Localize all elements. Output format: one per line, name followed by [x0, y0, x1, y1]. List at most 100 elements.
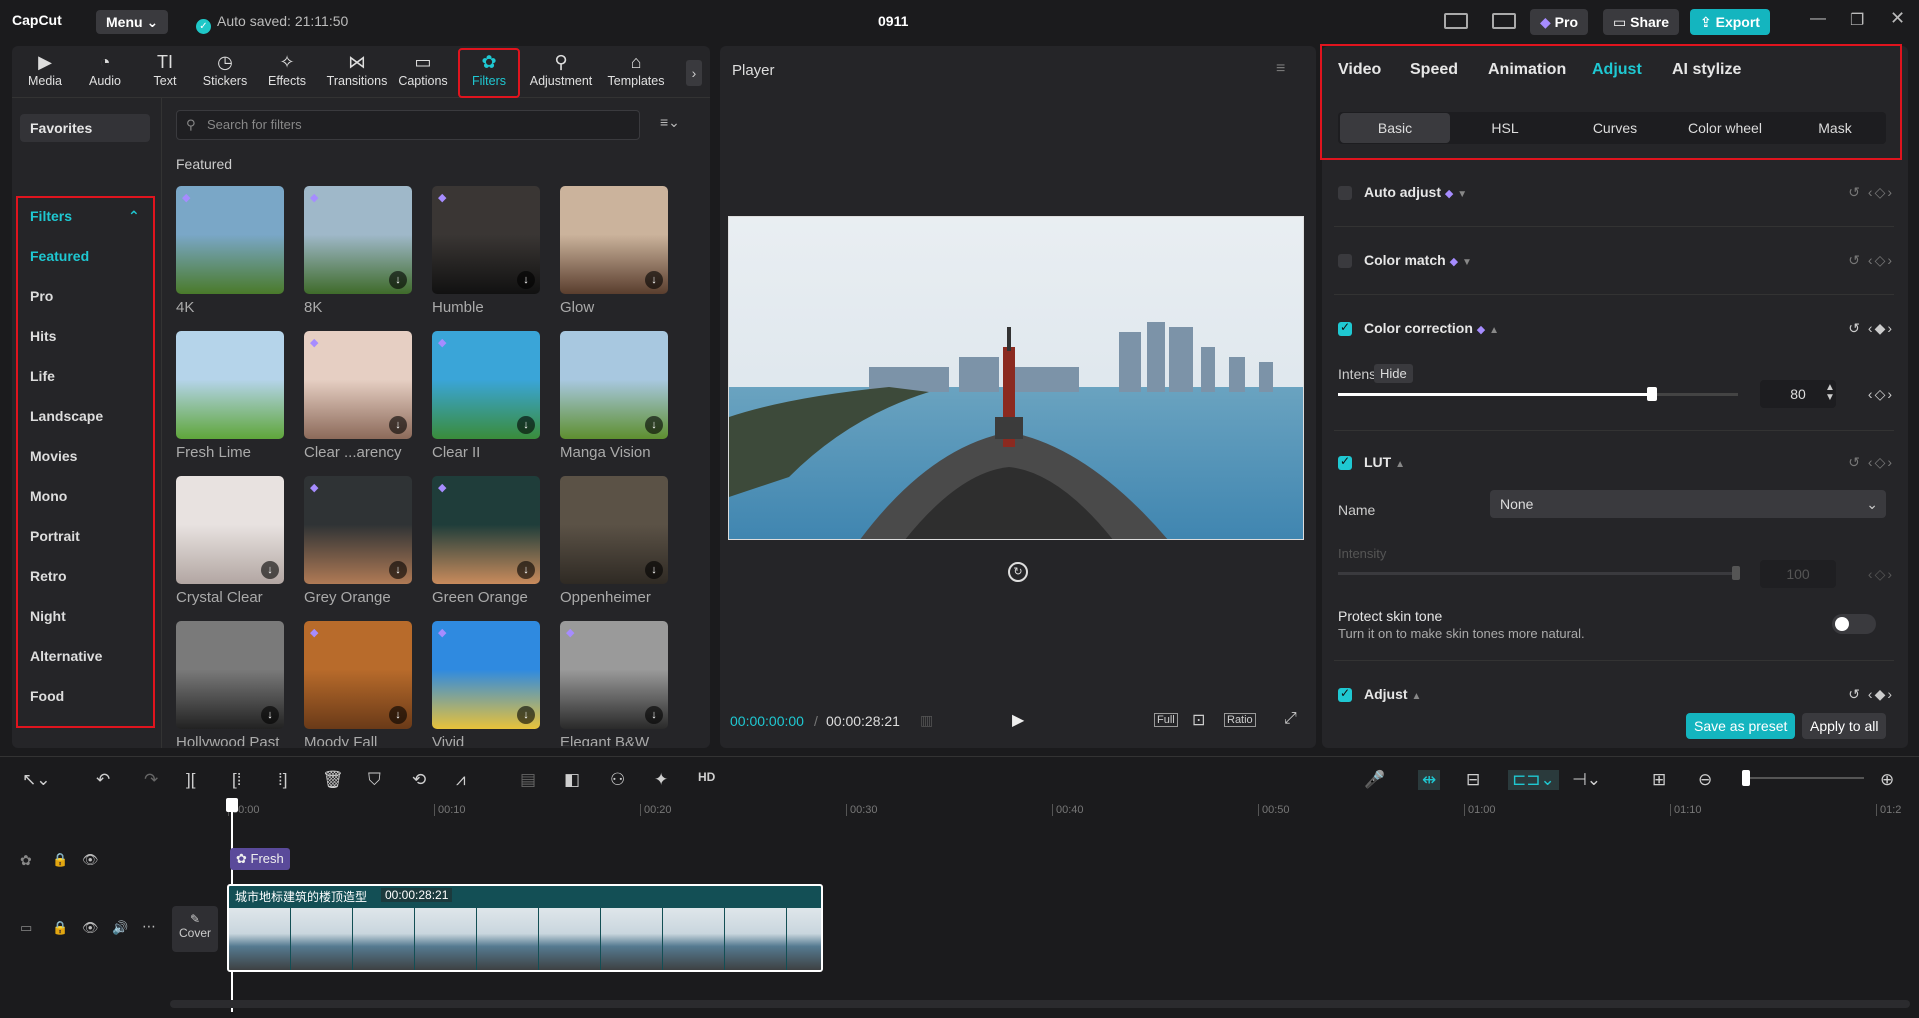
category-food[interactable]: Food	[30, 688, 64, 704]
subtab-curves[interactable]: Curves	[1560, 113, 1670, 143]
keyboard-icon[interactable]	[1492, 13, 1516, 29]
lut-controls[interactable]: ↺ ‹◇›	[1848, 454, 1894, 471]
download-icon[interactable]: ↓	[645, 561, 663, 579]
tab-media[interactable]: ▶ Media	[16, 50, 74, 96]
filter-item[interactable]: ◆ ↓ Elegant B&W	[560, 621, 668, 746]
filter-thumbnail[interactable]: ↓	[560, 476, 668, 584]
delete-icon[interactable]: 🗑	[322, 770, 344, 790]
category-alternative[interactable]: Alternative	[30, 648, 102, 664]
search-input[interactable]: ⚲ Search for filters	[176, 110, 640, 140]
tab-ai-stylize[interactable]: AI stylize	[1672, 61, 1741, 79]
download-icon[interactable]: ↓	[389, 561, 407, 579]
adjust-controls[interactable]: ↺ ‹◆›	[1848, 686, 1894, 703]
filter-thumbnail[interactable]: ◆ ↓	[304, 186, 412, 294]
auto-adjust-controls[interactable]: ↺ ‹◇›	[1848, 184, 1894, 201]
tab-templates[interactable]: ⌂ Templates	[602, 50, 670, 96]
filter-item[interactable]: ↓ Glow	[560, 186, 668, 316]
category-pro[interactable]: Pro	[30, 288, 53, 304]
download-icon[interactable]: ↓	[261, 561, 279, 579]
cutout-icon[interactable]: ⚇	[610, 770, 625, 790]
color-correction-controls[interactable]: ↺ ‹◆›	[1848, 320, 1894, 337]
category-landscape[interactable]: Landscape	[30, 408, 103, 424]
category-night[interactable]: Night	[30, 608, 66, 624]
tab-captions[interactable]: ▭ Captions	[394, 50, 452, 96]
fullscreen-icon[interactable]: ⤢	[1284, 710, 1297, 728]
download-icon[interactable]: ↓	[645, 416, 663, 434]
volume-icon[interactable]: 🔊	[112, 920, 128, 936]
color-match-controls[interactable]: ↺ ‹◇›	[1848, 252, 1894, 269]
filter-thumbnail[interactable]: ↓	[560, 186, 668, 294]
select-tool-icon[interactable]: ↖⌄	[22, 770, 51, 790]
download-icon[interactable]: ↓	[645, 271, 663, 289]
download-icon[interactable]: ↓	[389, 706, 407, 724]
microphone-icon[interactable]: 🎤	[1364, 770, 1385, 790]
layout-icon[interactable]	[1444, 13, 1468, 29]
download-icon[interactable]: ↓	[517, 706, 535, 724]
filter-thumbnail[interactable]: ↓	[176, 621, 284, 729]
lut-name-select[interactable]: None ⌄	[1490, 490, 1886, 518]
stepper-icon[interactable]: ▲ ▼	[1825, 383, 1835, 403]
filter-thumbnail[interactable]: ◆ ↓	[304, 476, 412, 584]
filter-item[interactable]: ◆ ↓ Clear II	[432, 331, 540, 461]
full-button[interactable]: Full	[1154, 713, 1178, 727]
filter-thumbnail[interactable]: ◆ ↓	[560, 621, 668, 729]
filter-item[interactable]: ◆ ↓ Clear ...arency	[304, 331, 412, 461]
download-icon[interactable]: ↓	[389, 271, 407, 289]
lock-icon[interactable]: 🔒	[52, 920, 68, 936]
filter-item[interactable]: ↓ Hollywood Past	[176, 621, 284, 746]
tab-speed[interactable]: Speed	[1410, 61, 1458, 79]
tab-adjust[interactable]: Adjust	[1592, 61, 1642, 79]
export-button[interactable]: ⇪ Export	[1690, 9, 1770, 35]
filters-header[interactable]: Filters ⌃	[30, 208, 140, 224]
auto-adjust-checkbox[interactable]	[1338, 186, 1352, 200]
filter-thumbnail[interactable]: ◆ ↓	[432, 331, 540, 439]
playhead-handle[interactable]	[226, 798, 238, 812]
more-icon[interactable]: ⋯	[142, 918, 156, 935]
filter-item[interactable]: ◆ ↓ Humble	[432, 186, 540, 316]
menu-button[interactable]: Menu ⌄	[96, 10, 169, 34]
tab-adjustment[interactable]: ⚲ Adjustment	[524, 50, 598, 96]
zoom-out-icon[interactable]: ⊖	[1698, 770, 1712, 790]
subtab-color-wheel[interactable]: Color wheel	[1670, 113, 1780, 143]
filter-item[interactable]: Fresh Lime	[176, 331, 284, 461]
tab-effects[interactable]: ✧ Effects	[258, 50, 316, 96]
tab-text[interactable]: TI Text	[136, 50, 194, 96]
timeline-scrollbar[interactable]	[170, 1000, 1910, 1008]
filter-thumbnail[interactable]: ◆ ↓	[304, 621, 412, 729]
filter-item[interactable]: ◆ ↓ Moody Fall	[304, 621, 412, 746]
time-ruler[interactable]: 00:00 00:10 00:20 00:30 00:40 00:50 01:00 01:10…	[228, 798, 1908, 820]
apply-all-button[interactable]: Apply to all	[1802, 713, 1887, 739]
download-icon[interactable]: ↓	[645, 706, 663, 724]
link-icon[interactable]: ⇹	[1418, 770, 1441, 790]
split-right-icon[interactable]: ⁞]	[278, 770, 287, 790]
tab-video[interactable]: Video	[1338, 61, 1381, 79]
download-icon[interactable]: ↓	[517, 416, 535, 434]
mirror-icon[interactable]: ⩘	[456, 770, 466, 790]
lock-icon[interactable]: 🔒	[52, 852, 68, 868]
subtab-hsl[interactable]: HSL	[1450, 113, 1560, 143]
category-retro[interactable]: Retro	[30, 568, 67, 584]
filter-sort-icon[interactable]: ≡⌄	[660, 114, 680, 131]
filter-item[interactable]: ◆ ↓ Green Orange	[432, 476, 540, 606]
filter-item[interactable]: ◆ ↓ Vivid	[432, 621, 540, 746]
ratio-button[interactable]: Ratio	[1224, 713, 1256, 727]
tab-transitions[interactable]: ⋈ Transitions	[322, 50, 392, 96]
filter-thumbnail[interactable]: ↓	[560, 331, 668, 439]
eye-icon[interactable]: 👁	[82, 852, 99, 868]
tab-stickers[interactable]: ◷ Stickers	[196, 50, 254, 96]
player-menu-icon[interactable]: ≡	[1276, 60, 1285, 78]
minimize-icon[interactable]: —	[1810, 10, 1826, 28]
adjust-checkbox[interactable]	[1338, 686, 1352, 702]
filter-item[interactable]: ↓ Crystal Clear	[176, 476, 284, 606]
category-featured[interactable]: Featured	[30, 248, 89, 264]
restore-icon[interactable]: ❐	[1850, 10, 1864, 30]
filter-item[interactable]: ◆ 4K	[176, 186, 284, 316]
waveform-icon[interactable]: ▥	[920, 712, 933, 729]
filter-thumbnail[interactable]: ◆ ↓	[432, 621, 540, 729]
intensity-slider-handle[interactable]	[1647, 387, 1657, 401]
lut-checkbox[interactable]	[1338, 454, 1352, 470]
filter-thumbnail[interactable]: ◆	[176, 186, 284, 294]
share-button[interactable]: ▭ Share	[1603, 9, 1680, 35]
category-life[interactable]: Life	[30, 368, 55, 384]
eye-icon[interactable]: 👁	[82, 920, 99, 936]
